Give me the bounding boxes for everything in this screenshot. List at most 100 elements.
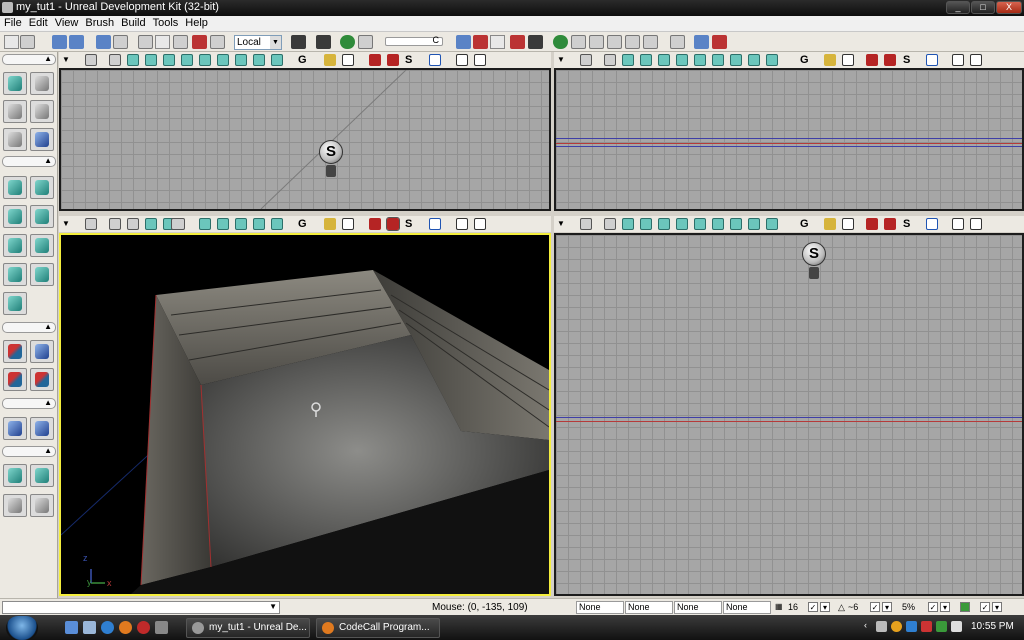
detail-lighting-icon[interactable]: [676, 54, 688, 66]
lit-icon[interactable]: [658, 54, 670, 66]
volume-icon[interactable]: [951, 621, 962, 632]
maximize-viewport-icon[interactable]: [970, 54, 982, 66]
maximize-viewport-icon[interactable]: [474, 54, 486, 66]
save-icon[interactable]: [52, 35, 67, 49]
streaming-toggle[interactable]: S: [903, 54, 910, 66]
build-all-icon[interactable]: [625, 35, 640, 49]
game-view-toggle[interactable]: G: [800, 218, 809, 230]
taskbar-item-udk[interactable]: my_tut1 - Unreal De...: [186, 618, 310, 638]
lock-icon[interactable]: [580, 218, 592, 230]
realtime-icon[interactable]: [473, 35, 488, 49]
lock-icon[interactable]: [85, 218, 97, 230]
brush-wireframe-icon[interactable]: [604, 54, 616, 66]
translate-icon[interactable]: [155, 35, 170, 49]
tray-icon-2[interactable]: [891, 621, 902, 632]
menu-help[interactable]: Help: [181, 16, 211, 29]
lock-icon[interactable]: [824, 218, 836, 230]
build-cover-icon[interactable]: [607, 35, 622, 49]
viewport-type-icon[interactable]: [926, 218, 938, 230]
toolbox-section-brushes[interactable]: ▲: [2, 156, 56, 167]
csg-subtract-tool[interactable]: [30, 340, 54, 363]
viewport-menu-dropdown[interactable]: ▼: [61, 218, 71, 230]
coordinate-system-select[interactable]: Local ▼: [234, 35, 282, 50]
cube-brush-tool[interactable]: [3, 176, 27, 199]
system-clock[interactable]: 10:55 PM: [971, 621, 1014, 632]
brush-wireframe-icon[interactable]: [604, 218, 616, 230]
viewport-menu-dropdown[interactable]: ▼: [556, 218, 566, 230]
streaming-toggle[interactable]: S: [405, 218, 412, 230]
game-view-toggle[interactable]: G: [800, 54, 809, 66]
light-complexity-icon[interactable]: [217, 218, 229, 230]
realtime-preview-icon[interactable]: [866, 54, 878, 66]
light-complexity-icon[interactable]: [712, 218, 724, 230]
properties-icon[interactable]: [358, 35, 373, 49]
taskbar-item-firefox[interactable]: CodeCall Program...: [316, 618, 440, 638]
play-in-viewport-icon[interactable]: [386, 217, 400, 231]
status-field-3[interactable]: None: [674, 601, 722, 614]
shader-complexity-icon[interactable]: [748, 218, 760, 230]
csg-intersect-tool[interactable]: [3, 368, 27, 391]
unlit-icon[interactable]: [145, 218, 157, 230]
sheet-brush-tool[interactable]: [30, 234, 54, 257]
new-map-icon[interactable]: [4, 35, 19, 49]
camera-mode-tool[interactable]: [3, 72, 27, 95]
select-icon[interactable]: [138, 35, 153, 49]
lightmap-density-icon[interactable]: [766, 54, 778, 66]
rotate-icon[interactable]: [173, 35, 188, 49]
restore-viewport-icon[interactable]: [952, 54, 964, 66]
terrain-mode-tool[interactable]: [3, 100, 27, 123]
shader-complexity-icon[interactable]: [253, 54, 265, 66]
save-all-icon[interactable]: [69, 35, 84, 49]
drop-icon[interactable]: [510, 35, 525, 49]
scale-dropdown[interactable]: ▾: [940, 602, 950, 612]
active-lit-mode-icon[interactable]: [171, 218, 185, 230]
viewport-menu-dropdown[interactable]: ▼: [61, 54, 71, 66]
fullscreen-icon[interactable]: [670, 35, 685, 49]
wireframe-icon[interactable]: [127, 218, 139, 230]
light-complexity-icon[interactable]: [217, 54, 229, 66]
brush-wireframe-icon[interactable]: [109, 218, 121, 230]
cube-icon[interactable]: [456, 35, 471, 49]
lighting-only-icon[interactable]: [694, 54, 706, 66]
viewport-type-icon[interactable]: [429, 218, 441, 230]
rotation-snap-checkbox[interactable]: ✓: [870, 602, 880, 612]
app-quicklaunch-icon[interactable]: [137, 621, 150, 634]
detail-lighting-icon[interactable]: [676, 218, 688, 230]
grid-dropdown[interactable]: ▾: [820, 602, 830, 612]
lightmap-density-icon[interactable]: [271, 218, 283, 230]
sphere-brush-tool[interactable]: [30, 263, 54, 286]
unlit-icon[interactable]: [145, 54, 157, 66]
realtime-preview-icon[interactable]: [369, 54, 381, 66]
open-icon[interactable]: [20, 35, 35, 49]
show-desktop-icon[interactable]: [65, 621, 78, 634]
realtime-preview-icon[interactable]: [369, 218, 381, 230]
side-viewport[interactable]: S: [554, 233, 1024, 596]
matinee-icon[interactable]: [340, 35, 355, 49]
front-viewport[interactable]: [554, 68, 1024, 211]
tray-icon-1[interactable]: [876, 621, 887, 632]
lighting-only-icon[interactable]: [694, 218, 706, 230]
spiral-stair-brush-tool[interactable]: [3, 263, 27, 286]
lit-icon[interactable]: [658, 218, 670, 230]
play-in-viewport-icon[interactable]: [884, 54, 896, 66]
command-input[interactable]: ▼: [2, 601, 280, 614]
undo-icon[interactable]: [96, 35, 111, 49]
cone-brush-tool[interactable]: [30, 176, 54, 199]
lock-icon[interactable]: [824, 54, 836, 66]
texture-density-icon[interactable]: [235, 218, 247, 230]
menu-tools[interactable]: Tools: [149, 16, 182, 29]
texture-density-icon[interactable]: [730, 218, 742, 230]
restore-viewport-icon[interactable]: [456, 54, 468, 66]
switch-windows-icon[interactable]: [83, 621, 96, 634]
lighting-only-icon[interactable]: [199, 54, 211, 66]
viewport-type-icon[interactable]: [926, 54, 938, 66]
play-icon[interactable]: [490, 35, 505, 49]
drag-grid-dropdown[interactable]: ▾: [992, 602, 1002, 612]
curved-stair-brush-tool[interactable]: [3, 205, 27, 228]
menu-brush[interactable]: Brush: [81, 16, 117, 29]
kismet-icon[interactable]: [316, 35, 331, 49]
internet-explorer-icon[interactable]: [101, 621, 114, 634]
lightmap-density-icon[interactable]: [766, 218, 778, 230]
wireframe-icon[interactable]: [622, 218, 634, 230]
streaming-toggle[interactable]: S: [405, 54, 412, 66]
